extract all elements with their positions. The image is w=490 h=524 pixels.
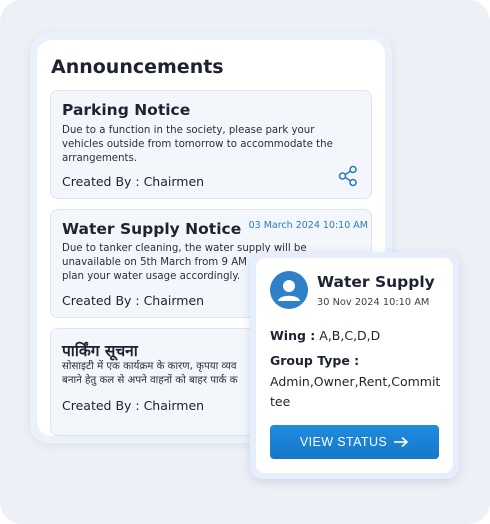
- avatar: [270, 271, 308, 309]
- card-title: Water Supply Notice: [62, 220, 242, 238]
- illustration-stage: Announcements Parking Notice Due to a fu…: [0, 0, 490, 524]
- card-creator: Created By : Chairmen: [62, 398, 205, 413]
- card-creator: Created By : Chairmen: [62, 174, 205, 189]
- group-type-label-text: Group Type :: [270, 353, 360, 368]
- wing-value: A,B,C,D,D: [319, 328, 381, 343]
- user-icon: [278, 280, 300, 301]
- group-type-label: Group Type :: [270, 353, 359, 368]
- view-status-button[interactable]: VIEW STATUS: [270, 425, 439, 459]
- notice-detail-card: Water Supply 30 Nov 2024 10:10 AM Wing :…: [256, 258, 453, 473]
- notice-detail-popup: Water Supply 30 Nov 2024 10:10 AM Wing :…: [250, 252, 459, 479]
- card-creator: Created By : Chairmen: [62, 293, 205, 308]
- view-status-label: VIEW STATUS: [299, 435, 388, 449]
- arrow-right-icon: [394, 436, 409, 448]
- panel-title: Announcements: [51, 56, 224, 78]
- wing-label: Wing :: [270, 328, 316, 343]
- group-type-value: Admin,Owner,Rent,Committee: [270, 374, 441, 409]
- card-description: Due to a function in the society, please…: [62, 125, 333, 164]
- popup-title: Water Supply: [317, 273, 435, 291]
- card-title: पार्किंग सूचना: [62, 342, 138, 360]
- card-title: Parking Notice: [62, 101, 191, 119]
- wing-row: Wing : A,B,C,D,D: [270, 328, 380, 343]
- popup-date: 30 Nov 2024 10:10 AM: [317, 297, 430, 308]
- card-date: 03 March 2024 10:10 AM: [248, 220, 368, 231]
- share-icon[interactable]: [337, 165, 359, 187]
- announcement-card-parking[interactable]: Parking Notice Due to a function in the …: [50, 90, 372, 199]
